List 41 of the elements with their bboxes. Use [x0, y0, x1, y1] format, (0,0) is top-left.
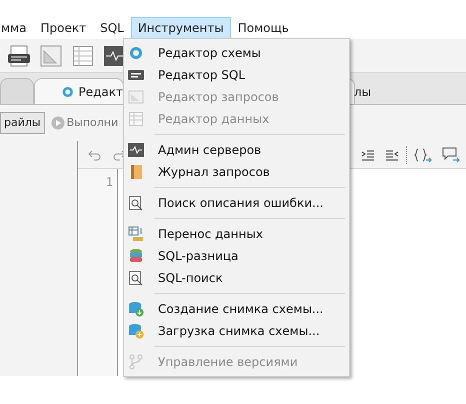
- ruler-icon[interactable]: [40, 44, 62, 66]
- menu-item[interactable]: Создание снимка схемы...: [124, 298, 349, 320]
- line-number: 1: [106, 175, 113, 189]
- redo-icon[interactable]: [112, 148, 126, 162]
- braces-icon[interactable]: [414, 146, 432, 162]
- menu-item[interactable]: Загрузка снимка схемы...: [124, 320, 349, 342]
- database-add-icon: [128, 323, 144, 339]
- menu-bar-item[interactable]: мма: [0, 17, 34, 39]
- menu-item[interactable]: SQL-разница: [124, 245, 349, 267]
- database-icon: [128, 248, 144, 264]
- schema-icon: [61, 84, 74, 98]
- files-button[interactable]: райлы: [0, 112, 45, 134]
- outdent-icon[interactable]: [385, 148, 399, 162]
- search-icon: [128, 195, 144, 211]
- book-icon: [128, 164, 144, 180]
- comment-icon[interactable]: [442, 146, 460, 162]
- indent-icon[interactable]: [361, 148, 375, 162]
- menu-item[interactable]: Админ серверов: [124, 139, 349, 161]
- menu-item[interactable]: Редактор схемы: [124, 42, 349, 64]
- menu-item[interactable]: Журнал запросов: [124, 161, 349, 183]
- menu-item[interactable]: SQL-поиск: [124, 267, 349, 289]
- menu-bar-item[interactable]: Инструменты: [130, 17, 231, 39]
- schema-icon: [128, 45, 144, 61]
- table-transfer-icon: [128, 226, 144, 242]
- editor-tab[interactable]: Редакт: [34, 78, 124, 104]
- branch-icon: [128, 354, 144, 370]
- database-download-icon: [128, 301, 144, 317]
- pulse-icon: [128, 142, 144, 158]
- menu-bar-item[interactable]: SQL: [93, 17, 131, 39]
- search-icon: [128, 270, 144, 286]
- menu-bar-item[interactable]: Помощь: [230, 17, 296, 39]
- menu-item[interactable]: Поиск описания ошибки...: [124, 192, 349, 214]
- undo-icon[interactable]: [88, 148, 102, 162]
- table-icon[interactable]: [72, 44, 94, 66]
- table-icon: [128, 111, 144, 127]
- run-button[interactable]: Выполни: [50, 114, 118, 132]
- menu-bar-item[interactable]: Проект: [33, 17, 94, 39]
- play-icon: [50, 116, 65, 130]
- menu-item[interactable]: Перенос данных: [124, 223, 349, 245]
- menu-item[interactable]: Редактор SQL: [124, 64, 349, 86]
- ruler-icon: [128, 89, 144, 105]
